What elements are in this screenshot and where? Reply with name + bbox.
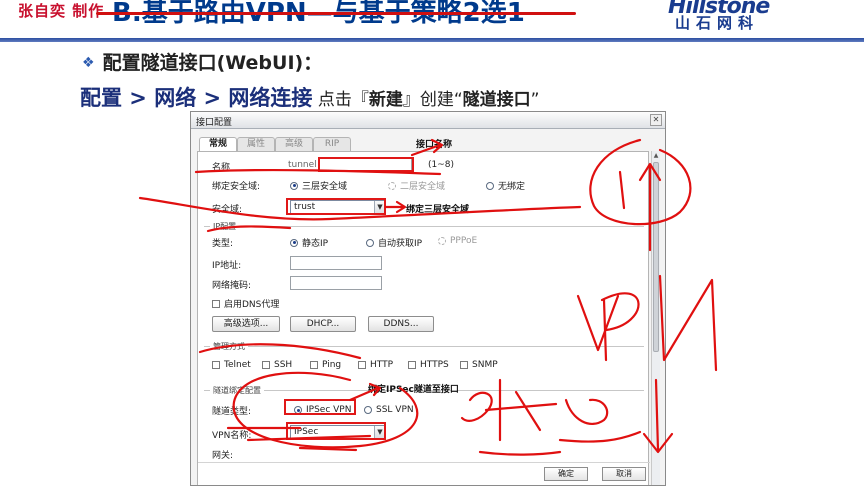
tunnel-type-label: 隧道类型:	[212, 407, 252, 417]
path-text-3: ”	[530, 90, 540, 110]
dialog-title: 接口配置	[196, 118, 233, 128]
vertical-scrollbar[interactable]: ▲	[651, 151, 660, 485]
mgmt-https-checkbox[interactable]: HTTPS	[408, 360, 449, 370]
radio-l3-zone[interactable]: 三层安全域	[290, 179, 347, 192]
radio-dhcp-ip[interactable]: 自动获取IP	[366, 236, 422, 249]
tab-advanced[interactable]: 高级	[275, 137, 313, 151]
annotation-bind-l3: 绑定三层安全域	[406, 205, 470, 215]
mgmt-group: 管理方式	[204, 341, 644, 352]
name-highlight-box	[318, 157, 414, 172]
annotation-iface-name: 接口名称	[416, 140, 453, 150]
menu-path: 配置 > 网络 > 网络连接 点击『新建』创建“隧道接口”	[80, 82, 539, 112]
logo-chinese: 山石网科	[675, 14, 760, 32]
zone-highlight-box	[286, 198, 386, 215]
mgmt-telnet-checkbox[interactable]: Telnet	[212, 360, 251, 370]
mgmt-snmp-checkbox[interactable]: SNMP	[460, 360, 498, 370]
close-icon[interactable]: ✕	[650, 114, 662, 126]
type-label: 类型:	[212, 239, 234, 249]
name-label: 名称	[212, 163, 231, 173]
radio-pppoe[interactable]: PPPoE	[438, 236, 477, 246]
ok-button[interactable]: 确定	[544, 467, 588, 481]
dialog-titlebar: 接口配置 ✕	[191, 112, 665, 129]
mgmt-group-title: 管理方式	[210, 341, 248, 352]
vpn-name-highlight-box	[286, 422, 386, 440]
zone-label: 安全域:	[212, 205, 243, 215]
slide-header: 张自奕 制作 B.基于路由VPN—与基于策略2选1 Hillstone 山石网科	[0, 0, 864, 38]
dns-proxy-checkbox[interactable]: 启用DNS代理	[212, 297, 279, 310]
ddns-button[interactable]: DDNS...	[368, 316, 434, 332]
tab-rip[interactable]: RIP	[313, 137, 351, 151]
mask-input[interactable]	[290, 276, 382, 290]
path-text-1: 点击『	[312, 90, 369, 110]
mgmt-ssh-checkbox[interactable]: SSH	[262, 360, 292, 370]
watermark: 张自奕 制作	[18, 2, 105, 20]
path-text-2: 』创建“	[402, 90, 463, 110]
path-bold-tunnel: 隧道接口	[462, 90, 531, 110]
tunnel-group-title: 隧道绑定配置	[210, 385, 264, 396]
ip-label: IP地址:	[212, 261, 242, 271]
diamond-bullet-icon: ❖	[82, 55, 95, 71]
vpn-name-label: VPN名称:	[212, 431, 252, 441]
slide: 张自奕 制作 B.基于路由VPN—与基于策略2选1 Hillstone 山石网科…	[0, 0, 864, 486]
tab-general[interactable]: 常规	[199, 137, 237, 152]
bind-zone-label: 绑定安全域:	[212, 182, 261, 192]
radio-l2-zone[interactable]: 二层安全域	[388, 179, 445, 192]
tab-properties[interactable]: 属性	[237, 137, 275, 151]
mask-label: 网络掩码:	[212, 281, 252, 291]
ip-input[interactable]	[290, 256, 382, 270]
radio-static-ip[interactable]: 静态IP	[290, 236, 328, 249]
dhcp-button[interactable]: DHCP...	[290, 316, 356, 332]
bullet-line: ❖ 配置隧道接口(WebUI)：	[82, 48, 322, 75]
ip-group-title: IP配置	[210, 221, 240, 232]
radio-no-bind[interactable]: 无绑定	[486, 179, 525, 192]
mgmt-ping-checkbox[interactable]: Ping	[310, 360, 341, 370]
cancel-button[interactable]: 取消	[602, 467, 646, 481]
bullet-text: 配置隧道接口(WebUI)：	[102, 52, 323, 74]
scroll-thumb[interactable]	[653, 162, 659, 352]
advanced-options-button[interactable]: 高级选项...	[212, 316, 280, 332]
gateway-label: 网关:	[212, 451, 234, 461]
name-hint: (1~8)	[428, 160, 455, 170]
title-underline-ink	[96, 12, 576, 15]
menu-path-text: 配置 > 网络 > 网络连接	[80, 86, 313, 110]
radio-ssl-vpn[interactable]: SSL VPN	[364, 405, 414, 415]
scroll-up-icon[interactable]: ▲	[652, 151, 660, 160]
footer-divider	[198, 462, 650, 463]
header-rule	[0, 38, 864, 42]
path-bold-new: 新建	[368, 90, 403, 110]
interface-config-dialog: 接口配置 ✕ 常规 属性 高级 RIP 名称 tunnel (1~8) 绑定安全…	[190, 111, 666, 486]
mgmt-http-checkbox[interactable]: HTTP	[358, 360, 393, 370]
ipsec-highlight-box	[284, 399, 356, 415]
annotation-bind-ipsec: 绑定IPSec隧道至接口	[368, 385, 459, 395]
name-prefix: tunnel	[288, 160, 317, 170]
ip-config-group: IP配置	[204, 221, 644, 232]
